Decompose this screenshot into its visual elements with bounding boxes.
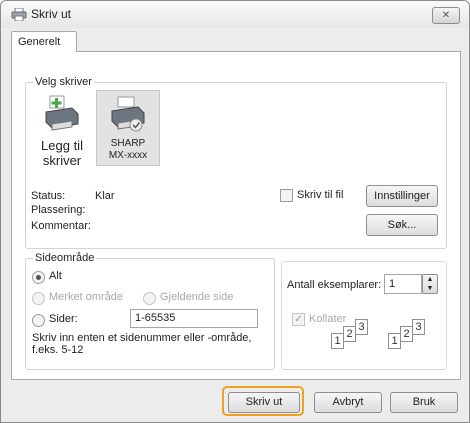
spin-down-icon: ▼ <box>426 285 434 292</box>
collate-page-2: 2 <box>343 326 356 342</box>
radio-pages[interactable] <box>32 314 45 327</box>
check-icon: ✓ <box>294 314 303 325</box>
page-range-hint: Skriv inn enten et sidenummer eller -omr… <box>32 332 252 356</box>
collate-page-3: 3 <box>355 319 368 335</box>
collate-illustration-2: 3 2 1 <box>388 319 444 363</box>
radio-pages-label: Sider: <box>49 313 78 325</box>
add-printer-line1: Legg til <box>41 138 83 153</box>
copies-input[interactable]: 1 <box>384 274 422 294</box>
page-range-label: Sideområde <box>33 252 97 264</box>
window-title: Skriv ut <box>31 7 72 21</box>
printer-icon <box>11 8 27 21</box>
add-printer-icon <box>45 95 79 131</box>
select-printer-group: Velg skriver Legg til skriver SHARP MX-x… <box>25 76 447 249</box>
page-range-group: Sideområde Alt Merket område Gjeldende s… <box>25 252 275 370</box>
add-printer-line2: skriver <box>42 153 82 168</box>
select-printer-label: Velg skriver <box>33 76 94 88</box>
printer-sharp-line1: SHARP <box>110 138 146 149</box>
collate-checkbox[interactable]: ✓ <box>292 313 305 326</box>
close-button[interactable]: ✕ <box>432 7 460 24</box>
radio-current-page[interactable] <box>143 292 156 305</box>
tab-general-label: Generelt <box>18 36 61 48</box>
radio-selection-label: Merket område <box>49 291 123 303</box>
print-to-file-label: Skriv til fil <box>297 189 344 201</box>
collate-page-1: 1 <box>388 333 401 349</box>
copies-group: Antall eksemplarer: 1 ▲ ▼ ✓ Kollater 3 2… <box>281 261 447 370</box>
apply-button[interactable]: Bruk <box>390 392 458 413</box>
radio-current-page-label: Gjeldende side <box>160 291 234 303</box>
collate-page-2: 2 <box>400 326 413 342</box>
spin-up-icon: ▲ <box>426 276 434 283</box>
radio-all-label: Alt <box>49 270 62 282</box>
find-printer-button[interactable]: Søk... <box>366 214 438 236</box>
title-bar: Skriv ut ✕ <box>1 1 469 28</box>
printer-sharp-line2: MX-xxxx <box>108 150 148 161</box>
print-to-file-checkbox[interactable] <box>280 189 293 202</box>
comment-label: Kommentar: <box>31 220 91 232</box>
printer-icon <box>111 96 145 132</box>
radio-all[interactable] <box>32 271 45 284</box>
close-icon: ✕ <box>441 10 451 21</box>
tab-general[interactable]: Generelt <box>11 31 77 52</box>
status-label: Status: <box>31 190 66 202</box>
collate-page-1: 1 <box>331 333 344 349</box>
copies-spinner[interactable]: ▲ ▼ <box>422 274 438 294</box>
add-printer-item[interactable]: Legg til skriver <box>33 92 91 176</box>
collate-page-3: 3 <box>412 319 425 335</box>
status-value: Klar <box>95 190 115 202</box>
preferences-button[interactable]: Innstillinger <box>366 185 438 207</box>
pages-input[interactable]: 1-65535 <box>130 309 258 328</box>
general-panel: Velg skriver Legg til skriver SHARP MX-x… <box>11 51 461 380</box>
cancel-button[interactable]: Avbryt <box>314 392 382 413</box>
copies-label: Antall eksemplarer: <box>287 279 382 291</box>
print-button[interactable]: Skriv ut <box>228 392 300 413</box>
collate-illustration-1: 3 2 1 <box>331 319 387 363</box>
radio-selection[interactable] <box>32 292 45 305</box>
print-dialog: Skriv ut ✕ Generelt Velg skriver Legg ti… <box>0 0 470 423</box>
location-label: Plassering: <box>31 204 86 216</box>
printer-sharp-item[interactable]: SHARP MX-xxxx <box>96 90 160 166</box>
